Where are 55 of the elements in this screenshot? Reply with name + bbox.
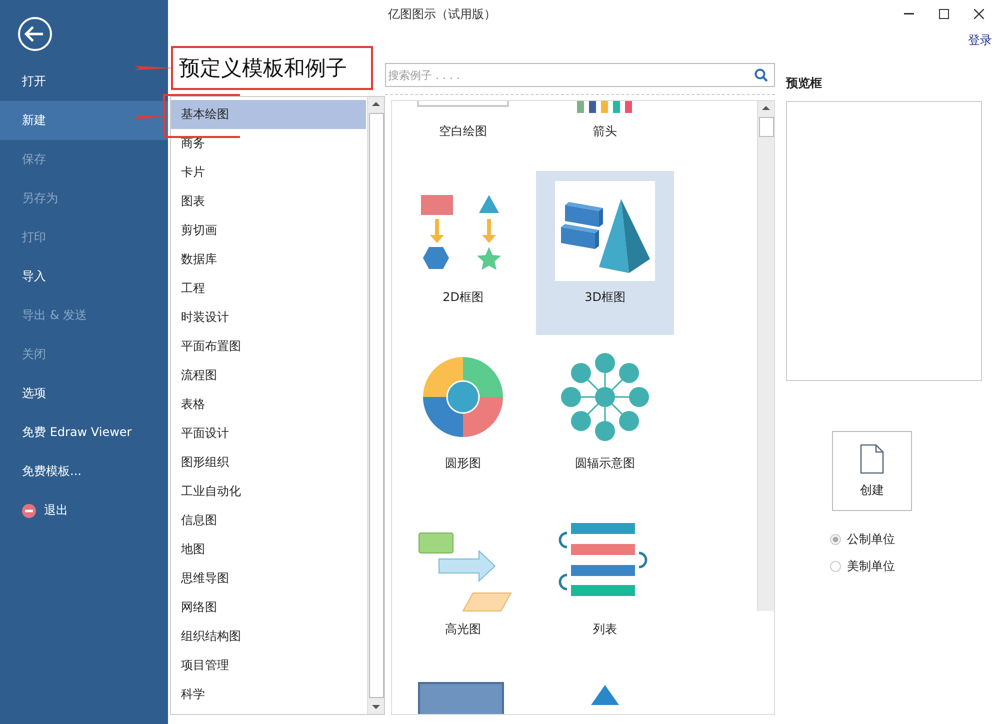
category-item[interactable]: 商务: [171, 129, 366, 158]
section-heading: 预定义模板和例子: [179, 55, 347, 82]
scrollbar[interactable]: [757, 101, 774, 611]
category-item[interactable]: 思维导图: [171, 564, 366, 593]
unit-radio[interactable]: 美制单位: [830, 558, 1000, 575]
category-item[interactable]: 基本绘图: [171, 100, 366, 129]
template-tile[interactable]: 圆辐示意图: [536, 337, 674, 501]
category-item[interactable]: 科学: [171, 680, 366, 709]
template-tile[interactable]: 空白绘图: [394, 101, 532, 169]
template-tile[interactable]: 高光图: [394, 503, 532, 667]
template-tile[interactable]: 圆形图: [394, 337, 532, 501]
category-item[interactable]: 卡片: [171, 158, 366, 187]
search-icon[interactable]: [754, 68, 768, 82]
category-item[interactable]: 时装设计: [171, 303, 366, 332]
sidebar-menu-item[interactable]: 免费模板...: [0, 452, 168, 491]
category-item[interactable]: 数据库: [171, 245, 366, 274]
category-item[interactable]: 图形组织: [171, 448, 366, 477]
sidebar-menu-item[interactable]: 新建: [0, 101, 168, 140]
template-tile[interactable]: 箭头: [536, 101, 674, 169]
category-item[interactable]: 平面设计: [171, 419, 366, 448]
category-item[interactable]: 地图: [171, 535, 366, 564]
category-item[interactable]: 组织结构图: [171, 622, 366, 651]
maximize-icon[interactable]: [939, 9, 949, 19]
search-field[interactable]: 搜索例子 . . . .: [385, 63, 775, 87]
window-title: 亿图图示（试用版）: [388, 6, 497, 22]
document-icon: [860, 444, 884, 474]
sidebar-menu-item[interactable]: 退出: [0, 491, 168, 530]
sidebar-menu-item[interactable]: 选项: [0, 374, 168, 413]
login-link[interactable]: 登录: [968, 32, 992, 48]
category-item[interactable]: 流程图: [171, 361, 366, 390]
sidebar-menu-item[interactable]: 打开: [0, 62, 168, 101]
triangle-thumbnail: [591, 685, 619, 705]
category-item[interactable]: 信息图: [171, 506, 366, 535]
category-item[interactable]: 工业自动化: [171, 477, 366, 506]
scroll-thumb[interactable]: [758, 117, 774, 137]
minimize-icon[interactable]: [904, 13, 914, 15]
category-item[interactable]: 表格: [171, 390, 366, 419]
stop-icon: [22, 504, 36, 518]
scrollbar[interactable]: [367, 97, 384, 714]
unit-radio[interactable]: 公制单位: [830, 531, 1000, 548]
category-item[interactable]: 工程: [171, 274, 366, 303]
category-item[interactable]: 剪切画: [171, 216, 366, 245]
category-item[interactable]: 网络图: [171, 593, 366, 622]
sidebar-menu-item[interactable]: 导入: [0, 257, 168, 296]
category-item[interactable]: 图表: [171, 187, 366, 216]
preview-label: 预览框: [786, 75, 822, 92]
close-icon[interactable]: [974, 9, 984, 19]
category-item[interactable]: 项目管理: [171, 651, 366, 680]
sidebar-menu-item[interactable]: 免费 Edraw Viewer: [0, 413, 168, 452]
template-tile[interactable]: 2D框图: [394, 171, 532, 335]
scroll-thumb[interactable]: [368, 113, 384, 698]
template-tile[interactable]: 3D框图: [536, 171, 674, 335]
category-item[interactable]: 平面布置图: [171, 332, 366, 361]
template-tile[interactable]: 列表: [536, 503, 674, 667]
create-button[interactable]: 创建: [832, 431, 912, 511]
